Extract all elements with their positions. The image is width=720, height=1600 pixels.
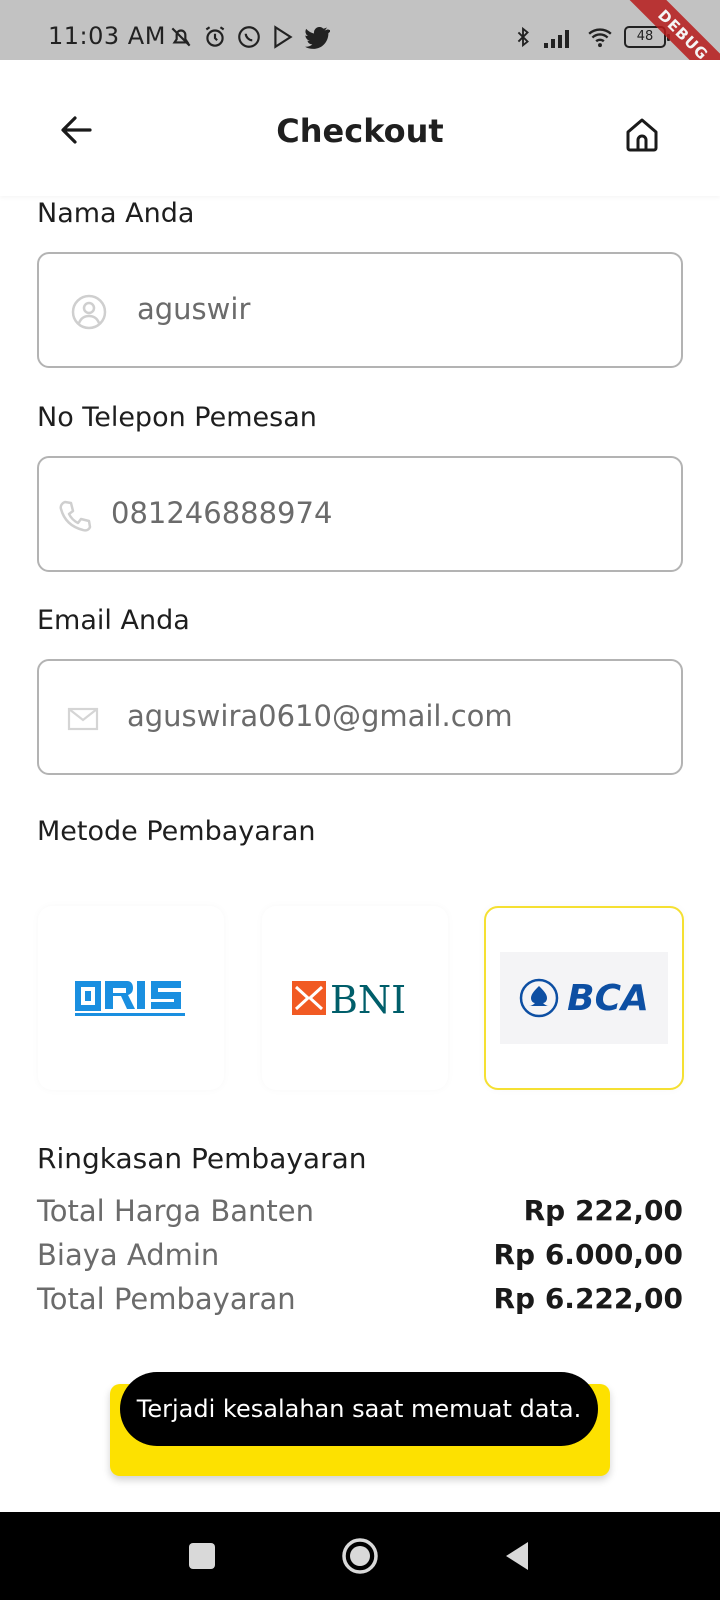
home-icon[interactable] [622, 114, 662, 154]
page-title: Checkout [276, 112, 444, 150]
payment-option-qris[interactable] [38, 906, 224, 1090]
email-field[interactable]: aguswira0610@gmail.com [37, 659, 683, 775]
notification-icons [168, 24, 330, 50]
summary-value: Rp 6.000,00 [493, 1238, 683, 1271]
summary-value: Rp 6.222,00 [493, 1282, 683, 1315]
payment-option-bca[interactable]: BCA [484, 906, 684, 1090]
bni-logo: BNI [262, 906, 448, 1090]
bell-off-icon [171, 27, 191, 47]
mail-icon [67, 707, 99, 731]
recents-button-icon[interactable] [182, 1536, 222, 1576]
email-value: aguswira0610@gmail.com [127, 699, 513, 733]
back-button-icon[interactable] [498, 1536, 538, 1576]
phone-field[interactable]: 081246888974 [37, 456, 683, 572]
system-icons: 48 [512, 24, 670, 50]
summary-row-total-harga: Total Harga Banten Rp 222,00 [37, 1194, 683, 1234]
summary-row-biaya-admin: Biaya Admin Rp 6.000,00 [37, 1238, 683, 1278]
summary-label: Total Pembayaran [37, 1282, 296, 1316]
signal-icon [544, 30, 569, 48]
email-label: Email Anda [37, 605, 190, 636]
summary-row-total-pembayaran: Total Pembayaran Rp 6.222,00 [37, 1282, 683, 1322]
name-value: aguswir [137, 292, 251, 326]
status-bar: 11:03 AM 48 DEBUG [0, 0, 720, 98]
wifi-icon [588, 28, 612, 48]
summary-label: Biaya Admin [37, 1238, 220, 1272]
bca-logo: BCA [486, 908, 682, 1088]
app-bar: Checkout [0, 60, 720, 196]
name-label: Nama Anda [37, 198, 195, 229]
name-field[interactable]: aguswir [37, 252, 683, 368]
play-store-icon [274, 25, 293, 49]
error-snackbar: Terjadi kesalahan saat memuat data. [120, 1372, 598, 1446]
system-nav-bar [0, 1512, 720, 1600]
home-button-icon[interactable] [340, 1536, 380, 1576]
phone-value: 081246888974 [111, 496, 333, 530]
phone-label: No Telepon Pemesan [37, 402, 317, 433]
alarm-icon [205, 26, 225, 47]
qris-logo [38, 906, 224, 1090]
phone-icon [59, 500, 92, 532]
payment-method-label: Metode Pembayaran [37, 816, 316, 847]
status-time: 11:03 AM [48, 22, 166, 50]
summary-label: Total Harga Banten [37, 1194, 314, 1228]
bluetooth-icon [517, 26, 529, 48]
twitter-icon [305, 27, 330, 49]
summary-value: Rp 222,00 [523, 1194, 683, 1227]
svg-text:BNI: BNI [330, 978, 406, 1021]
whatsapp-icon [238, 26, 260, 48]
user-circle-icon [71, 294, 107, 330]
summary-title: Ringkasan Pembayaran [37, 1142, 367, 1175]
payment-option-bni[interactable]: BNI [262, 906, 448, 1090]
